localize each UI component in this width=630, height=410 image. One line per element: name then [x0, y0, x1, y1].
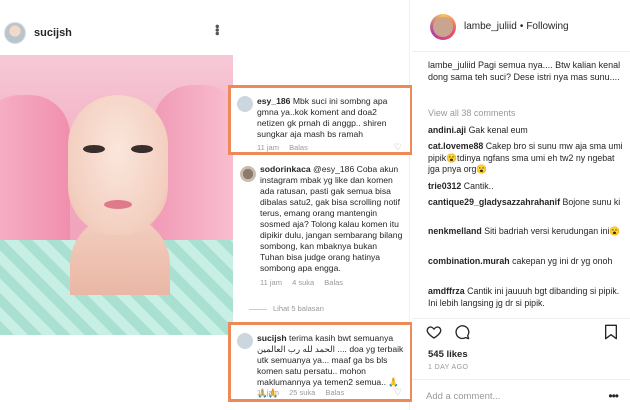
header-username[interactable]: lambe_juliid	[464, 21, 517, 32]
comment-input[interactable]	[426, 388, 596, 404]
view-all-comments-link[interactable]: View all 38 comments	[428, 108, 515, 118]
comment-meta: 11 jam Balas	[257, 143, 316, 152]
follow-status[interactable]: Following	[526, 21, 568, 32]
post-header: sucijsh •••	[0, 18, 230, 48]
comment-username[interactable]: trie0312	[428, 181, 461, 191]
comment-avatar[interactable]	[237, 333, 253, 349]
profile-avatar[interactable]	[430, 14, 456, 40]
comment-time: 11 jam	[257, 388, 279, 397]
comment-likes[interactable]: 25 suka	[289, 388, 315, 397]
post-photo	[0, 55, 233, 335]
post-timestamp: 1 DAY AGO	[428, 364, 469, 371]
more-options-icon[interactable]: •••	[608, 389, 619, 403]
post-sidebar: lambe_juliid • Following lambe_juliid Pagi…	[412, 0, 630, 410]
sidebar-header: lambe_juliid • Following	[412, 0, 630, 52]
list-item: amdffrza Cantik ini jauuuh bgt dibanding…	[428, 286, 626, 309]
photo-lips	[104, 200, 132, 209]
reply-comment: sodorinkaca @esy_186 Coba akun instagram…	[234, 158, 409, 318]
bookmark-icon[interactable]	[604, 324, 618, 340]
separator-dot: •	[519, 21, 524, 32]
reply-link[interactable]: Balas	[289, 143, 308, 152]
comment-meta: 11 jam 4 suka Balas	[260, 278, 351, 287]
comment-username[interactable]: cantique29_gladysazzahrahanif	[428, 197, 560, 207]
comment-body: sodorinkaca @esy_186 Coba akun instagram…	[260, 164, 403, 274]
highlighted-comment: sucijsh terima kasih bwt semuanya الحمد …	[228, 322, 413, 402]
comment-text: Cantik..	[463, 181, 494, 191]
view-replies-link[interactable]: Lihat 5 balasan	[249, 304, 324, 313]
heart-icon[interactable]: ♡	[394, 142, 402, 153]
comment-username[interactable]: andini.aji	[428, 125, 466, 135]
comment-text: @esy_186 Coba akun instagram mbak yg lik…	[260, 164, 403, 273]
comment-text: Bojone sunu ki	[562, 197, 621, 207]
comment-text: Siti badriah versi kerudungan ini😮	[484, 226, 621, 236]
comment-text: cakepan yg ini dr yg onoh	[512, 256, 613, 266]
like-count[interactable]: 545 likes	[428, 349, 468, 360]
add-comment-bar: •••	[412, 379, 630, 410]
reply-link[interactable]: Balas	[324, 278, 343, 287]
comment-username[interactable]: cat.loveme88	[428, 141, 483, 151]
photo-face	[68, 95, 168, 235]
post-actions: 545 likes 1 DAY AGO •••	[412, 318, 630, 410]
more-options-icon[interactable]: •••	[210, 24, 225, 35]
caption-username[interactable]: lambe_juliid	[428, 60, 476, 70]
list-item: combination.murah cakepan yg ini dr yg o…	[428, 256, 626, 268]
list-item: cat.loveme88 Cakep bro si sunu mw aja sm…	[428, 141, 626, 176]
list-item: andini.aji Gak kenal eum	[428, 125, 626, 137]
list-item: cantique29_gladysazzahrahanif Bojone sun…	[428, 197, 626, 209]
comment-time: 11 jam	[260, 278, 282, 287]
reply-link[interactable]: Balas	[325, 388, 344, 397]
comment-text: Gak kenal eum	[468, 125, 528, 135]
heart-icon[interactable]	[426, 324, 442, 340]
comment-avatar[interactable]	[240, 166, 256, 182]
photo-eye-right	[131, 145, 153, 153]
list-item: nenkmelland Siti badriah versi kerudunga…	[428, 226, 626, 238]
embedded-post-screenshot: sucijsh ••• esy_186 Mbk suci ini sombng …	[0, 0, 413, 410]
comment-meta: 11 jam 25 suka Balas	[257, 388, 352, 397]
highlighted-comment: esy_186 Mbk suci ini sombng apa gmna ya.…	[228, 85, 413, 155]
comment-username[interactable]: sodorinkaca	[260, 164, 311, 174]
post-avatar[interactable]	[4, 22, 26, 44]
post-username[interactable]: sucijsh	[34, 27, 72, 39]
comment-icon[interactable]	[454, 324, 470, 340]
post-caption: lambe_juliid Pagi semua nya.... Btw kali…	[428, 60, 623, 83]
comment-username[interactable]: esy_186	[257, 96, 290, 106]
comment-username[interactable]: sucijsh	[257, 333, 287, 343]
comment-username[interactable]: nenkmelland	[428, 226, 482, 236]
comment-username[interactable]: combination.murah	[428, 256, 510, 266]
comment-time: 11 jam	[257, 143, 279, 152]
comment-username[interactable]: amdffrza	[428, 286, 465, 296]
list-item: trie0312 Cantik..	[428, 181, 626, 193]
heart-icon[interactable]: ♡	[394, 387, 402, 398]
photo-eye-left	[83, 145, 105, 153]
comment-likes[interactable]: 4 suka	[292, 278, 314, 287]
comment-body: esy_186 Mbk suci ini sombng apa gmna ya.…	[257, 96, 404, 140]
header-user-line: lambe_juliid • Following	[464, 21, 569, 32]
comment-avatar[interactable]	[237, 96, 253, 112]
